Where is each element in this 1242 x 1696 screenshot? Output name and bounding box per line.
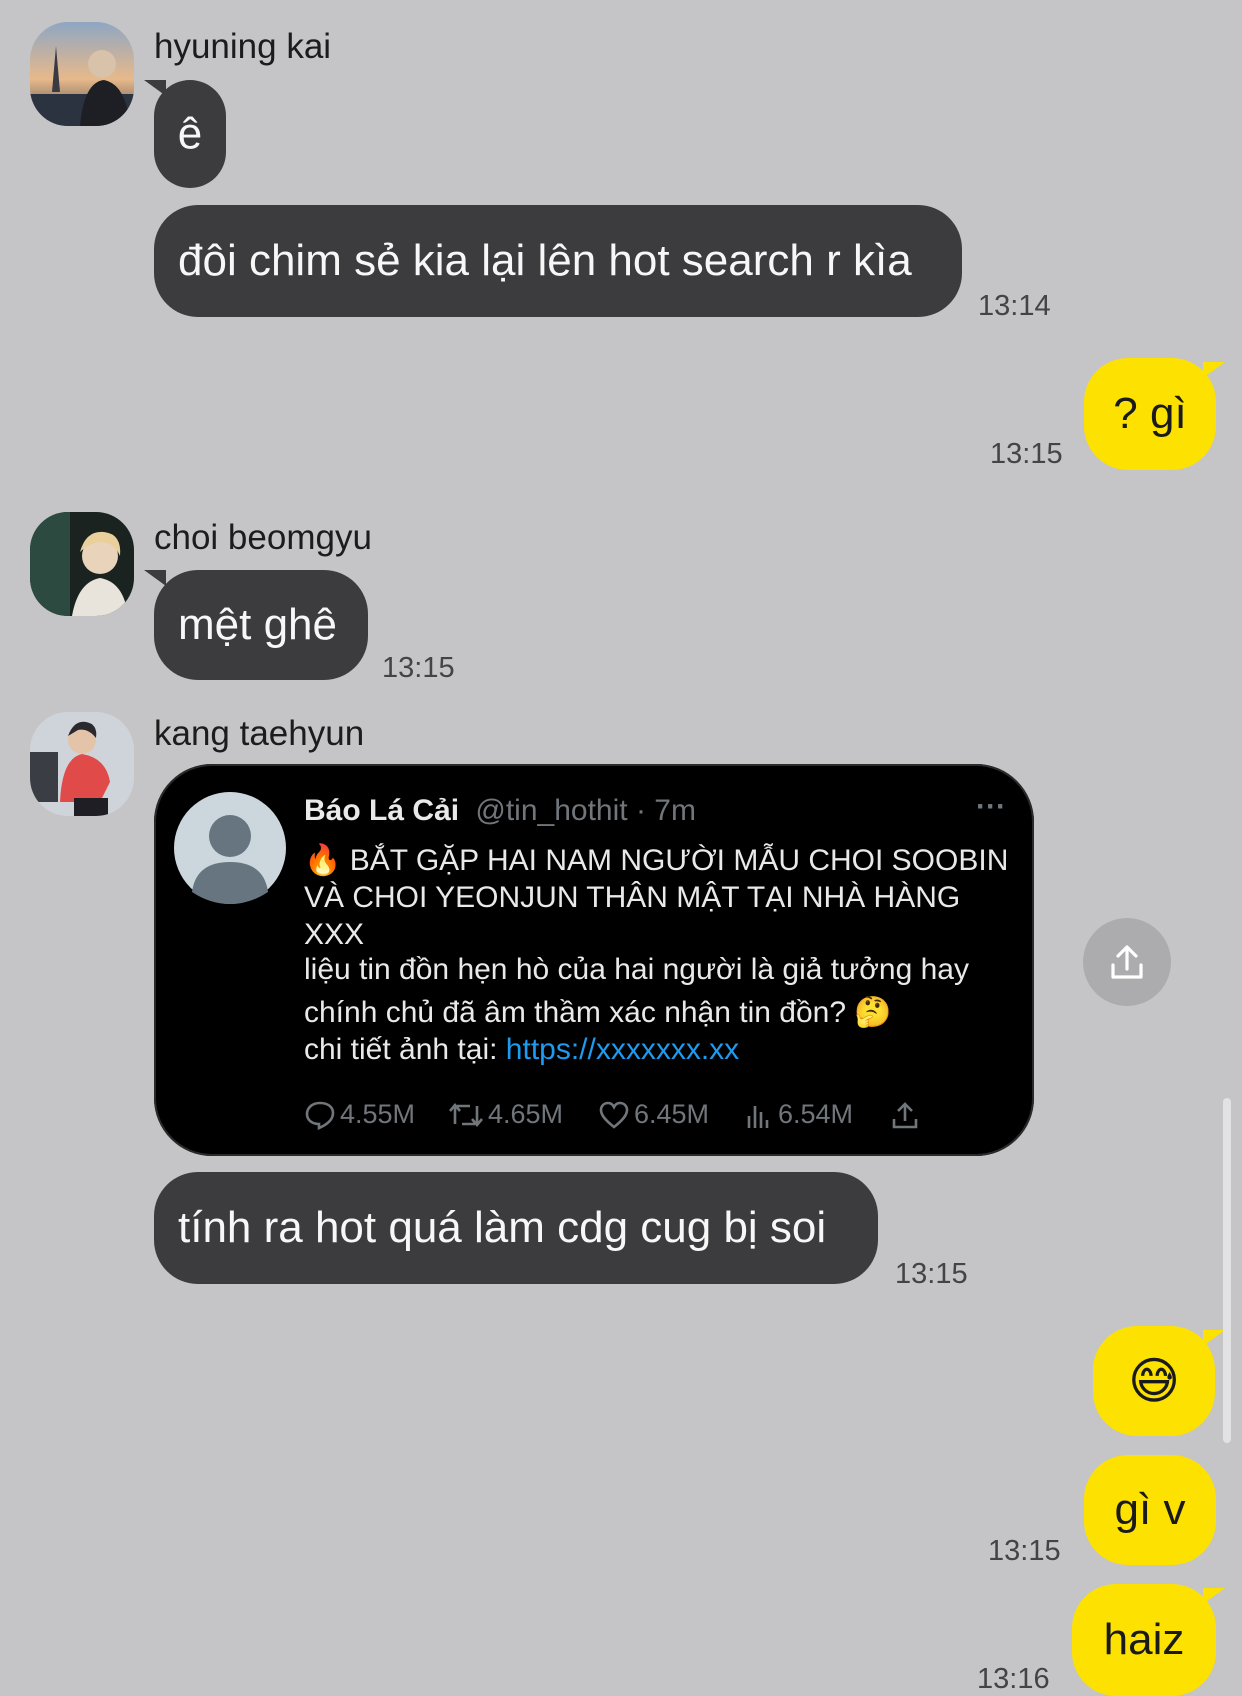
like-count: 6.45M — [634, 1099, 710, 1129]
emoji-text: 😅 — [1127, 1353, 1181, 1409]
retweet-stat[interactable]: 4.65M — [448, 1099, 563, 1130]
heart-icon — [599, 1101, 629, 1129]
share-icon — [1111, 945, 1143, 979]
message-text: đôi chim sẻ kia lại lên hot search r kìa — [178, 236, 912, 285]
message-time: 13:15 — [990, 438, 1063, 470]
message-time: 13:15 — [895, 1258, 968, 1290]
more-options-icon[interactable]: ··· — [976, 790, 1006, 824]
message-bubble[interactable]: ? gì — [1084, 358, 1216, 470]
tweet-handle: @tin_hothit · 7m — [475, 794, 696, 827]
reply-icon — [305, 1101, 335, 1130]
sender-name: kang taehyun — [154, 714, 365, 753]
tweet-author[interactable]: Báo Lá Cải — [304, 794, 459, 827]
scrollbar[interactable] — [1223, 1098, 1231, 1443]
views-icon — [747, 1105, 769, 1128]
message-text: tính ra hot quá làm cdg cug bị soi — [178, 1203, 827, 1252]
share-button[interactable] — [1083, 918, 1171, 1006]
message-text: mệt ghê — [178, 600, 337, 649]
message-time: 13:16 — [977, 1663, 1050, 1695]
message-text: haiz — [1103, 1615, 1185, 1664]
message-bubble[interactable]: mệt ghê — [154, 570, 368, 680]
message-time: 13:14 — [978, 290, 1051, 322]
bubble-tail — [144, 570, 166, 586]
retweet-icon — [449, 1102, 483, 1127]
message-text: ê — [177, 109, 203, 158]
tweet-share-icon[interactable] — [890, 1101, 920, 1131]
tweet-line: chi tiết ảnh tại: https://xxxxxxx.xx — [304, 1031, 1008, 1068]
like-stat[interactable]: 6.45M — [598, 1099, 709, 1130]
tweet-line: XXX — [304, 918, 365, 951]
tweet-line: VÀ CHOI YEONJUN THÂN MẬT TẠI NHÀ HÀNG — [304, 881, 961, 914]
tweet-link[interactable]: https://xxxxxxx.xx — [506, 1033, 739, 1066]
message-bubble[interactable]: 😅 — [1093, 1326, 1215, 1436]
message-bubble[interactable]: gì v — [1084, 1455, 1216, 1565]
message-bubble[interactable]: đôi chim sẻ kia lại lên hot search r kìa — [154, 205, 962, 317]
tweet-line: liệu tin đồn hẹn hò của hai người là giả… — [304, 953, 969, 986]
message-bubble[interactable]: haiz — [1072, 1584, 1216, 1696]
message-text: gì v — [1114, 1485, 1186, 1534]
tweet-avatar-placeholder — [174, 792, 286, 904]
reply-count: 4.55M — [340, 1099, 416, 1129]
sender-name: hyuning kai — [154, 27, 332, 66]
avatar-choi-beomgyu[interactable] — [30, 512, 134, 616]
message-bubble[interactable]: tính ra hot quá làm cdg cug bị soi — [154, 1172, 878, 1284]
message-text: ? gì — [1113, 389, 1187, 438]
tweet-line: 🔥 BẮT GẶP HAI NAM NGƯỜI MẪU CHOI SOOBIN — [304, 844, 1009, 877]
message-time: 13:15 — [988, 1535, 1061, 1567]
tweet-link-prefix: chi tiết ảnh tại: — [304, 1033, 506, 1066]
views-stat[interactable]: 6.54M — [744, 1099, 853, 1130]
avatar-kang-taehyun[interactable] — [30, 712, 134, 816]
sender-name: choi beomgyu — [154, 518, 372, 557]
retweet-count: 4.65M — [488, 1099, 564, 1129]
message-time: 13:15 — [382, 652, 455, 684]
avatar-hyuning-kai[interactable] — [30, 22, 134, 126]
reply-stat[interactable]: 4.55M — [304, 1099, 415, 1130]
tweet-line: chính chủ đã âm thầm xác nhận tin đồn? 🤔 — [304, 996, 892, 1029]
shared-tweet-card[interactable]: Báo Lá Cải @tin_hothit · 7m ··· 🔥 BẮT GẶ… — [154, 764, 1034, 1156]
message-bubble[interactable]: ê — [154, 80, 226, 188]
tweet-body: 🔥 BẮT GẶP HAI NAM NGƯỜI MẪU CHOI SOOBIN … — [304, 842, 1008, 1068]
views-count: 6.54M — [778, 1099, 854, 1129]
